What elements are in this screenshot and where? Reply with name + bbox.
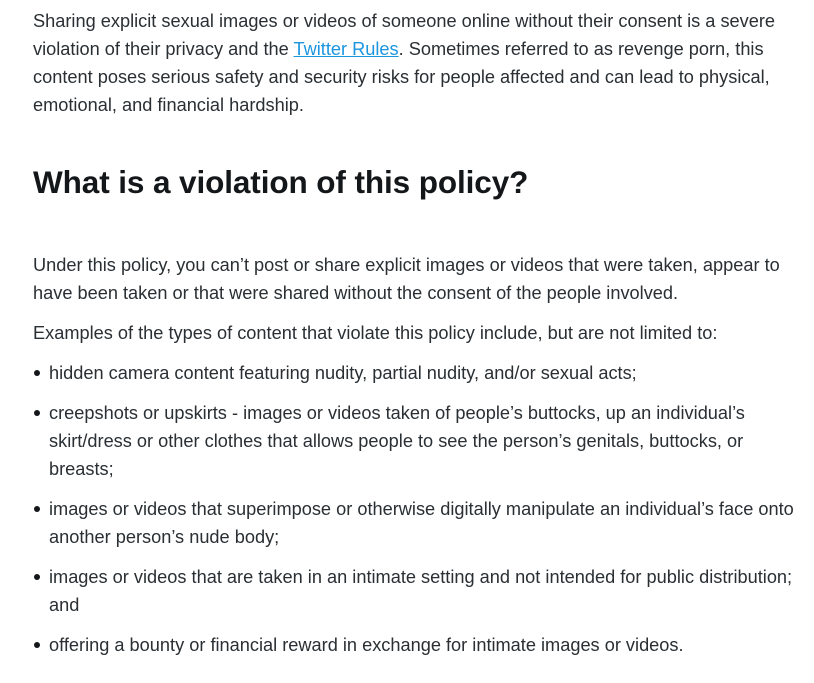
list-item-text: images or videos that are taken in an in… [49, 567, 793, 615]
list-item: hidden camera content featuring nudity, … [33, 359, 801, 387]
list-item: offering a bounty or financial reward in… [33, 631, 801, 659]
list-item-text: offering a bounty or financial reward in… [49, 635, 684, 655]
section-heading: What is a violation of this policy? [33, 164, 529, 200]
examples-list: hidden camera content featuring nudity, … [33, 347, 794, 659]
list-item: images or videos that are taken in an in… [33, 563, 801, 619]
bullet-icon [34, 574, 40, 580]
bullet-icon [34, 410, 40, 416]
intro-paragraph: Sharing explicit sexual images or videos… [33, 0, 798, 119]
list-item-text: images or videos that superimpose or oth… [49, 499, 794, 547]
bullet-icon [34, 506, 40, 512]
policy-paragraph: Under this policy, you can’t post or sha… [33, 255, 780, 303]
bullet-icon [34, 370, 40, 376]
list-item-text: hidden camera content featuring nudity, … [49, 363, 637, 383]
twitter-rules-link[interactable]: Twitter Rules [294, 39, 399, 59]
list-item-text: creepshots or upskirts - images or video… [49, 403, 745, 479]
policy-page: Sharing explicit sexual images or videos… [0, 0, 814, 683]
list-item: creepshots or upskirts - images or video… [33, 399, 801, 483]
examples-intro: Examples of the types of content that vi… [33, 323, 718, 343]
list-item: images or videos that superimpose or oth… [33, 495, 801, 551]
bullet-icon [34, 642, 40, 648]
